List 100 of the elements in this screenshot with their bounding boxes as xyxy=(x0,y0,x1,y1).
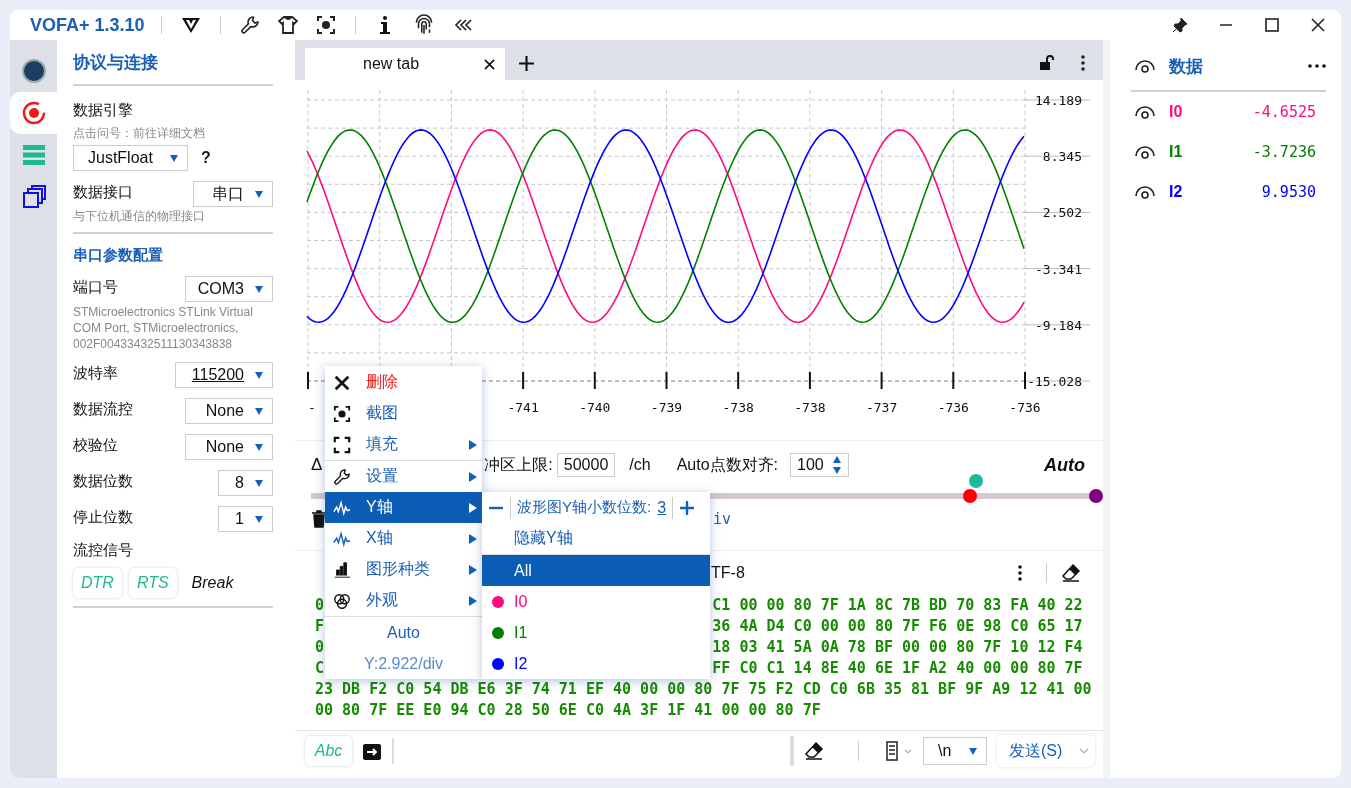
channel-item[interactable]: I0 xyxy=(482,586,710,617)
app-title: VOFA+ 1.3.10 xyxy=(30,14,145,36)
unlock-icon[interactable] xyxy=(1039,55,1055,71)
close-icon[interactable] xyxy=(1310,17,1326,33)
send-file-icon[interactable] xyxy=(362,741,382,761)
line-ending-dropdown[interactable]: \n xyxy=(923,737,987,765)
engine-dropdown[interactable]: JustFloat xyxy=(73,145,188,171)
hex-data: 0 xyxy=(315,596,325,614)
field-label: 数据接口 xyxy=(73,182,133,202)
axis-label: -736 xyxy=(937,400,969,415)
axis-label: -9.184 xyxy=(1035,317,1082,333)
menu-item[interactable]: 外观 xyxy=(325,585,482,616)
delta-label: Δ xyxy=(311,455,323,475)
document-icon[interactable] xyxy=(883,741,913,761)
setting-dropdown[interactable]: 1 xyxy=(218,506,273,532)
align-spinbox[interactable]: 100 xyxy=(790,453,849,477)
wave-icon xyxy=(333,529,351,548)
send-button[interactable]: 发送(S) xyxy=(997,735,1095,767)
hex-data: 18 03 41 5A 0A 78 BF 00 00 80 7F 10 12 F4 xyxy=(712,638,1083,656)
field-label: 波特率 xyxy=(73,363,118,383)
hex-data: 23 DB F2 C0 54 DB E6 3F 74 71 EF 40 00 00 80 7F 75 F2 CD C0 6B 35 81 BF 9F A9 12 41 00 xyxy=(315,680,1092,698)
menu-item[interactable]: 删除 xyxy=(325,367,482,398)
pin-icon[interactable] xyxy=(1172,17,1188,33)
axis-label: -736 xyxy=(1009,400,1041,415)
field-label: 数据引擎 xyxy=(73,100,134,120)
protocol-tab[interactable] xyxy=(10,92,57,134)
menu-item[interactable]: 设置 xyxy=(325,461,482,492)
field-label: 校验位 xyxy=(73,435,118,455)
wrench-icon[interactable] xyxy=(239,15,260,35)
caret-icon xyxy=(1079,747,1089,755)
caret-icon xyxy=(254,478,264,488)
add-tab-icon[interactable] xyxy=(518,55,535,72)
plus-icon[interactable] xyxy=(679,499,696,516)
screenshot-icon[interactable] xyxy=(315,15,336,35)
more-icon[interactable] xyxy=(1081,55,1085,71)
maximize-icon[interactable] xyxy=(1264,17,1280,33)
axis-label: -738 xyxy=(722,400,754,415)
setting-dropdown[interactable]: None xyxy=(185,434,273,460)
list-icon xyxy=(21,143,46,167)
menu-item[interactable]: X轴 xyxy=(325,523,482,554)
interface-dropdown[interactable]: 串口 xyxy=(193,181,273,207)
submenu-arrow-icon xyxy=(468,532,478,545)
panel-title: 协议与连接 xyxy=(73,52,159,74)
channel-value: -3.7236 xyxy=(1252,143,1316,161)
close-icon[interactable] xyxy=(484,58,495,70)
mode-label[interactable]: Auto xyxy=(1044,454,1085,476)
setting-dropdown[interactable]: 8 xyxy=(218,470,273,496)
field-label: 停止位数 xyxy=(73,507,133,527)
menu-item[interactable]: 截图 xyxy=(325,398,482,429)
channel-item[interactable]: I1 xyxy=(482,617,710,648)
setting-dropdown[interactable]: None xyxy=(185,398,273,424)
submenu-arrow-icon xyxy=(468,438,478,451)
axis-label: -738 xyxy=(794,400,826,415)
axis-label: 8.345 xyxy=(1042,149,1082,165)
submenu-arrow-icon xyxy=(468,501,478,514)
hide-axis-item[interactable]: 隐藏Y轴 xyxy=(514,528,573,549)
setting-dropdown[interactable]: 115200 xyxy=(175,362,273,388)
decimals-value[interactable]: 3 xyxy=(657,498,667,517)
channel-name: I0 xyxy=(1169,103,1183,121)
bar-chart-icon xyxy=(333,560,351,579)
hex-data: FF C0 C1 14 8E 40 6E 1F A2 40 00 00 80 7F xyxy=(712,659,1083,677)
channel-item[interactable]: I2 xyxy=(482,648,710,679)
encoding-label[interactable]: TF-8 xyxy=(711,564,745,582)
caret-icon xyxy=(254,284,264,294)
menu-item[interactable]: 填充 xyxy=(325,429,482,460)
range-handle[interactable] xyxy=(1089,489,1103,503)
close-icon xyxy=(333,373,351,392)
trash-icon[interactable] xyxy=(311,510,327,528)
more-icon[interactable] xyxy=(1018,565,1022,581)
eraser-icon[interactable] xyxy=(804,741,824,761)
range-marker[interactable] xyxy=(968,474,983,488)
document-tab[interactable]: new tab xyxy=(305,48,505,80)
caret-icon xyxy=(254,189,264,199)
eye-icon[interactable] xyxy=(1135,105,1155,119)
break-button[interactable]: Break xyxy=(183,568,242,598)
logo-icon[interactable] xyxy=(180,15,201,35)
shirt-icon[interactable] xyxy=(277,15,298,35)
setting-dropdown[interactable]: COM3 xyxy=(185,276,273,302)
channel-item[interactable]: All xyxy=(482,555,710,586)
buffer-label: 冲区上限: xyxy=(484,454,553,475)
hex-data: 0 xyxy=(315,638,325,656)
collapse-icon[interactable] xyxy=(452,18,475,32)
menu-item[interactable]: Y轴 xyxy=(325,492,482,523)
eye-icon[interactable] xyxy=(1135,185,1155,199)
more-icon[interactable] xyxy=(1308,64,1326,68)
target-icon xyxy=(20,100,47,126)
caret-icon xyxy=(254,370,264,380)
help-link[interactable]: ? xyxy=(201,149,211,167)
windows-icon xyxy=(21,185,46,209)
menu-item[interactable]: 图形种类 xyxy=(325,554,482,585)
buffer-field[interactable]: 50000 xyxy=(556,453,616,477)
unit-label: /ch xyxy=(629,456,651,474)
wrench-icon xyxy=(333,467,351,486)
eye-icon[interactable] xyxy=(1135,145,1155,159)
range-handle[interactable] xyxy=(963,489,978,503)
hex-data: 00 80 7F EE E0 94 C0 28 50 6E C0 4A 3F 1F 41 00 00 80 7F xyxy=(315,701,821,719)
axis-label: -740 xyxy=(579,400,611,415)
eraser-icon[interactable] xyxy=(1061,563,1081,583)
auto-menu-item[interactable]: Auto xyxy=(325,617,482,648)
eye-icon[interactable] xyxy=(1135,59,1155,73)
